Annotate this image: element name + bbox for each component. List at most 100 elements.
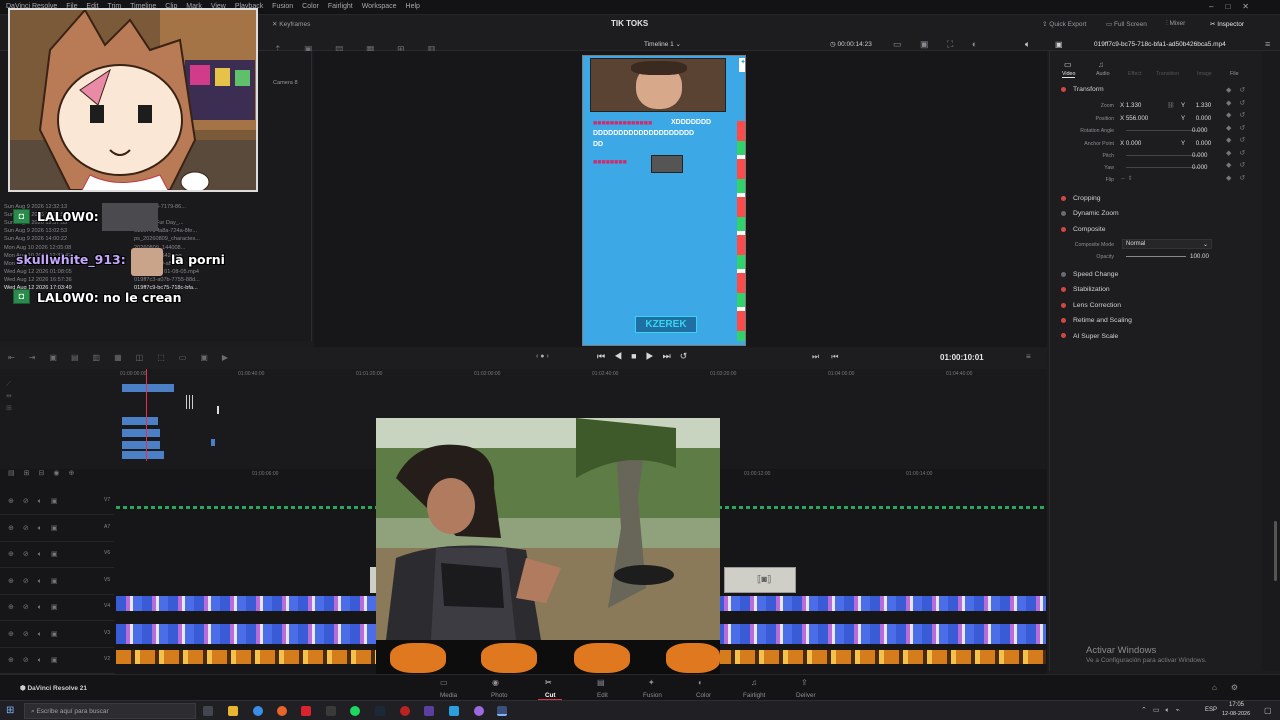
- position-y-field[interactable]: Y 0.000: [1181, 115, 1211, 122]
- chrome-icon[interactable]: [253, 706, 263, 716]
- track-control-icons[interactable]: ⊕⊘🔈︎▣: [8, 497, 67, 506]
- menu-item-fairlight[interactable]: Fairlight: [328, 3, 353, 10]
- rotation-slider[interactable]: [1126, 130, 1200, 131]
- mini-clip[interactable]: [211, 439, 215, 446]
- anchor-y-field[interactable]: Y 0.000: [1181, 140, 1211, 147]
- composite-title[interactable]: Composite: [1073, 226, 1106, 233]
- composite-mode-select[interactable]: Normal ⌄: [1122, 239, 1212, 249]
- steam-icon[interactable]: [375, 706, 385, 716]
- menu-item-fusion[interactable]: Fusion: [272, 3, 293, 10]
- tray-icons[interactable]: ⌃▭🔈︎⌁: [1141, 706, 1186, 715]
- track-control-icons[interactable]: ⊕⊘🔈︎▣: [8, 524, 67, 533]
- inspector-button[interactable]: ✂ Inspector: [1210, 20, 1244, 28]
- speaker-icon[interactable]: 🔈︎: [1025, 39, 1030, 50]
- composite-enable-dot[interactable]: [1061, 227, 1066, 232]
- photo-page-icon[interactable]: ◉: [492, 678, 499, 687]
- dynamic-zoom-enable-dot[interactable]: [1061, 211, 1066, 216]
- quick-export-button[interactable]: ⇪ Quick Export: [1042, 20, 1086, 28]
- tab-effect[interactable]: Effect: [1128, 71, 1141, 77]
- zoom-y-field[interactable]: Y 1.330: [1181, 102, 1211, 109]
- app-icon[interactable]: [449, 706, 459, 716]
- app-icon[interactable]: [474, 706, 484, 716]
- options-icon[interactable]: ≡: [1265, 39, 1270, 49]
- link-icon[interactable]: ⛓: [1167, 102, 1175, 109]
- scrollbar-thumb[interactable]: [1274, 521, 1277, 581]
- video-tab-icon[interactable]: ▭: [1064, 60, 1072, 69]
- spotify-icon[interactable]: [350, 706, 360, 716]
- page-media[interactable]: Media: [440, 692, 457, 699]
- super-scale-enable-dot[interactable]: [1061, 333, 1066, 338]
- tray-time[interactable]: 17:05: [1229, 702, 1244, 708]
- pitch-field[interactable]: 0.000: [1192, 152, 1207, 159]
- menu-item-workspace[interactable]: Workspace: [362, 3, 397, 10]
- upper-ruler[interactable]: 01:00:00:00 01:00:40:00 01:01:20:00 01:02:0…: [120, 371, 1040, 379]
- page-cut[interactable]: Cut: [545, 692, 556, 699]
- track-control-icons[interactable]: ⊕⊘🔈︎▣: [8, 630, 67, 639]
- track-header[interactable]: ⊕⊘🔈︎▣ V5: [0, 569, 114, 595]
- davinci-resolve-icon[interactable]: [497, 706, 507, 716]
- audio-tab-icon[interactable]: ♫: [1098, 60, 1104, 69]
- retime-enable-dot[interactable]: [1061, 318, 1066, 323]
- track-control-icons[interactable]: ⊕⊘🔈︎▣: [8, 656, 67, 665]
- retime-title[interactable]: Retime and Scaling: [1073, 317, 1132, 324]
- nav-prev-next[interactable]: ‹ ● ›: [536, 353, 549, 360]
- tab-video[interactable]: Video: [1062, 71, 1076, 78]
- full-screen-button[interactable]: ▭ Full Screen: [1106, 20, 1147, 28]
- stabilization-enable-dot[interactable]: [1061, 287, 1066, 292]
- opacity-slider[interactable]: [1126, 256, 1186, 257]
- color-page-icon[interactable]: ◐: [698, 678, 703, 687]
- home-settings-icons[interactable]: ⌂⚙: [1212, 683, 1252, 692]
- edit-tool-icons[interactable]: ⇤⇥▣▤▥▦◫⬚▭▣▶: [8, 353, 242, 362]
- viewer-toolbar-icons[interactable]: ▭ ▣ ⛶ ◐: [893, 39, 985, 50]
- upper-timeline-tools[interactable]: ⟋ ⇹ ⊞: [6, 379, 12, 415]
- lens-correction-title[interactable]: Lens Correction: [1073, 302, 1121, 309]
- position-x-field[interactable]: X 556.000: [1120, 115, 1148, 122]
- transport-menu-icon[interactable]: ≡: [1026, 352, 1031, 361]
- menu-item-help[interactable]: Help: [406, 3, 420, 10]
- anchor-x-field[interactable]: X 0.000: [1120, 140, 1141, 147]
- tray-language[interactable]: ESP: [1205, 707, 1217, 713]
- edit-page-icon[interactable]: ▤: [597, 678, 605, 687]
- dynamic-zoom-title[interactable]: Dynamic Zoom: [1073, 210, 1119, 217]
- track-control-icons[interactable]: ⊕⊘🔈︎▣: [8, 603, 67, 612]
- speed-change-enable-dot[interactable]: [1061, 272, 1066, 277]
- tab-audio[interactable]: Audio: [1096, 71, 1110, 77]
- media-page-icon[interactable]: ▭: [440, 678, 448, 687]
- transform-enable-dot[interactable]: [1061, 87, 1066, 92]
- track-header[interactable]: ⊕⊘🔈︎▣ A7: [0, 516, 114, 542]
- zoom-x-field[interactable]: X 1.330: [1120, 102, 1141, 109]
- super-scale-title[interactable]: AI Super Scale: [1073, 333, 1118, 340]
- cut-page-icon[interactable]: ✂: [545, 678, 552, 687]
- mini-clip[interactable]: [217, 406, 219, 414]
- transform-title[interactable]: Transform: [1073, 86, 1104, 93]
- obs-icon[interactable]: [400, 706, 410, 716]
- app-icon[interactable]: [326, 706, 336, 716]
- tab-transition[interactable]: Transition: [1156, 71, 1179, 77]
- track-control-icons[interactable]: ⊕⊘🔈︎▣: [8, 577, 67, 586]
- speed-change-title[interactable]: Speed Change: [1073, 271, 1118, 278]
- playback-controls[interactable]: ⏮◀■▶⏭↺: [597, 351, 696, 362]
- task-view-icon[interactable]: [203, 706, 213, 716]
- media-pool-row[interactable]: Wed Aug 12 2026 16:57:36 019ff7c3-a07b-77…: [4, 277, 200, 283]
- page-edit[interactable]: Edit: [597, 692, 608, 699]
- stabilization-title[interactable]: Stabilization: [1073, 286, 1110, 293]
- media-pool-row[interactable]: Sun Aug 9 2026 14:00:22 ps_20260809_chara…: [4, 236, 200, 242]
- opacity-field[interactable]: 100.00: [1190, 253, 1209, 260]
- app-icon[interactable]: [424, 706, 434, 716]
- page-deliver[interactable]: Deliver: [796, 692, 816, 699]
- yaw-slider[interactable]: [1126, 167, 1200, 168]
- windows-start-icon[interactable]: ⊞: [6, 705, 14, 716]
- page-fairlight[interactable]: Fairlight: [743, 692, 765, 699]
- title-clip[interactable]: ⟦◙⟧: [724, 567, 796, 593]
- deliver-page-icon[interactable]: ⇪: [801, 678, 808, 687]
- tab-image[interactable]: Image: [1197, 71, 1212, 77]
- timeline-selector[interactable]: Timeline 1 ⌄: [644, 40, 681, 48]
- upper-playhead[interactable]: [146, 369, 147, 461]
- media-pool-row[interactable]: Sun Aug 9 2026 13:02:53 019ff779-fa8a-724…: [4, 228, 197, 234]
- track-header[interactable]: ⊕⊘🔈︎▣ V3: [0, 622, 114, 648]
- fairlight-page-icon[interactable]: ♫: [751, 678, 757, 687]
- taskbar-search[interactable]: ⌕ Escribe aquí para buscar: [24, 703, 196, 719]
- mini-clip[interactable]: [122, 384, 174, 392]
- page-fusion[interactable]: Fusion: [643, 692, 662, 699]
- tab-file[interactable]: File: [1230, 71, 1239, 77]
